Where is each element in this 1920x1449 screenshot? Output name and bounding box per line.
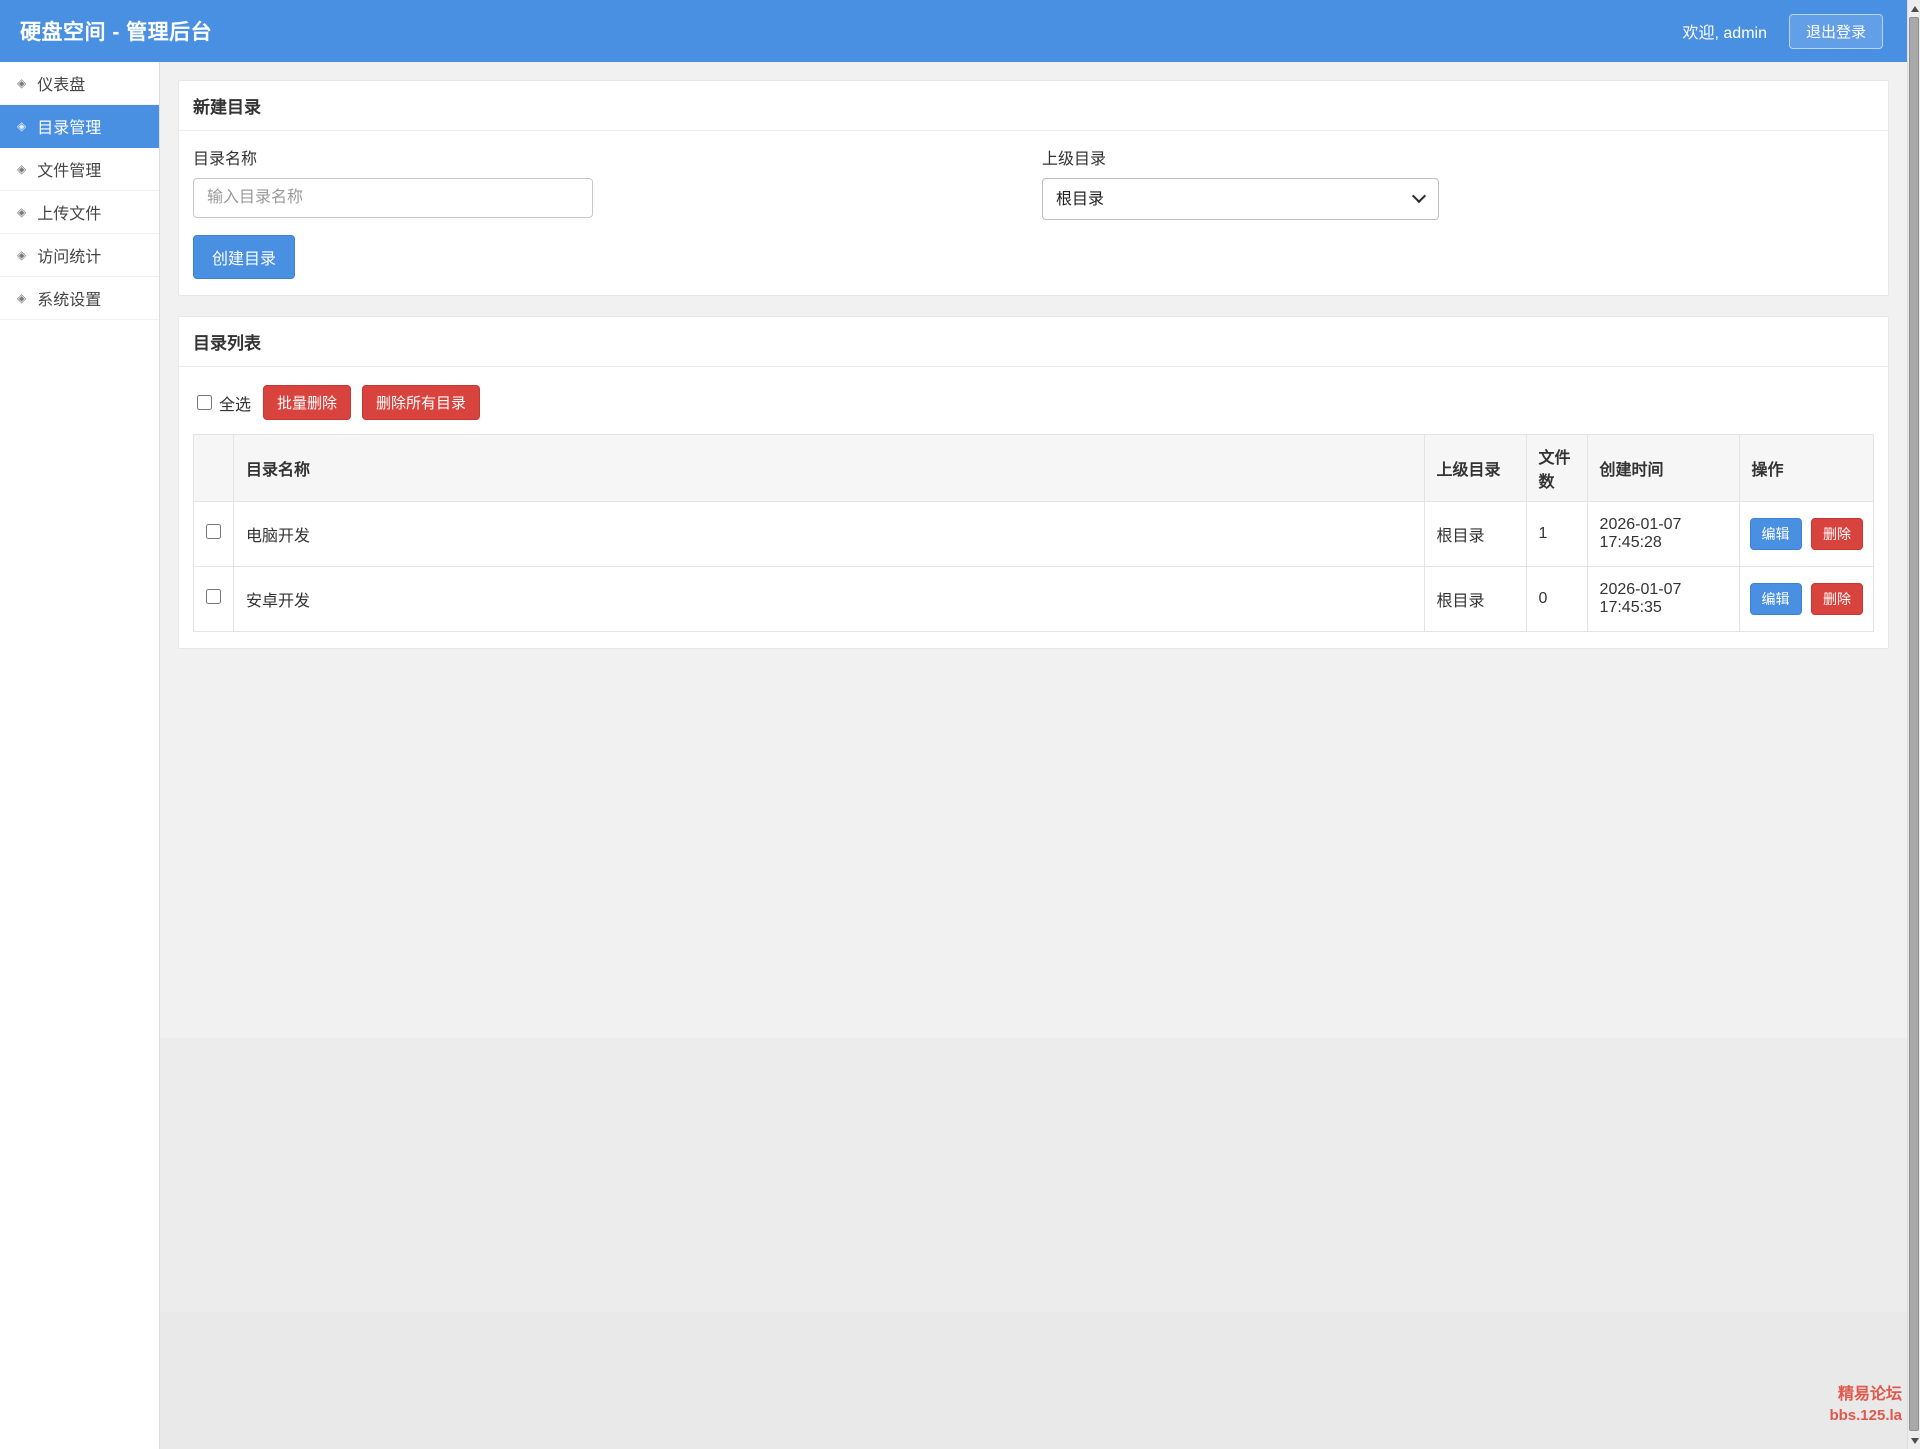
diamond-icon: ◈ bbox=[17, 163, 26, 175]
scrollbar-thumb[interactable] bbox=[1909, 17, 1919, 1431]
cell-operations: 编辑 删除 bbox=[1739, 567, 1873, 632]
list-toolbar: 全选 批量删除 删除所有目录 bbox=[197, 385, 1874, 420]
row-checkbox[interactable] bbox=[206, 589, 221, 604]
scrollbar-down-arrow[interactable] bbox=[1908, 1433, 1920, 1448]
sidebar-item-label: 目录管理 bbox=[37, 114, 101, 138]
diamond-icon: ◈ bbox=[17, 120, 26, 132]
sidebar-item-upload-file[interactable]: ◈ 上传文件 bbox=[0, 191, 159, 234]
page-background bbox=[160, 1038, 1907, 1312]
sidebar-item-directory-management[interactable]: ◈ 目录管理 bbox=[0, 105, 159, 148]
sidebar-item-label: 上传文件 bbox=[37, 200, 101, 224]
parent-directory-select[interactable]: 根目录 bbox=[1042, 178, 1439, 220]
header-created-time: 创建时间 bbox=[1587, 435, 1739, 502]
directory-table: 目录名称 上级目录 文件数 创建时间 操作 电脑开发 根目录 1 bbox=[193, 434, 1874, 632]
parent-directory-field-group: 上级目录 根目录 bbox=[1042, 145, 1439, 220]
header-checkbox-cell bbox=[194, 435, 234, 502]
table-row: 安卓开发 根目录 0 2026-01-07 17:45:35 编辑 删除 bbox=[194, 567, 1874, 632]
row-checkbox[interactable] bbox=[206, 524, 221, 539]
edit-button[interactable]: 编辑 bbox=[1750, 518, 1802, 550]
sidebar-item-label: 文件管理 bbox=[37, 157, 101, 181]
sidebar-item-file-management[interactable]: ◈ 文件管理 bbox=[0, 148, 159, 191]
table-row: 电脑开发 根目录 1 2026-01-07 17:45:28 编辑 删除 bbox=[194, 502, 1874, 567]
triangle-up-icon bbox=[1911, 6, 1919, 12]
directory-name-field-group: 目录名称 bbox=[193, 145, 593, 220]
watermark-forum-name: 精易论坛 bbox=[1829, 1385, 1902, 1406]
parent-directory-label: 上级目录 bbox=[1042, 145, 1439, 169]
diamond-icon: ◈ bbox=[17, 249, 26, 261]
cell-file-count: 0 bbox=[1526, 567, 1587, 632]
header-directory-name: 目录名称 bbox=[234, 435, 1425, 502]
app-header: 硬盘空间 - 管理后台 欢迎, admin 退出登录 bbox=[0, 0, 1907, 62]
app-title: 硬盘空间 - 管理后台 bbox=[20, 16, 212, 46]
header-file-count: 文件数 bbox=[1526, 435, 1587, 502]
directory-list-panel: 目录列表 全选 批量删除 删除所有目录 目录名称 上级目录 bbox=[178, 316, 1889, 649]
new-directory-form: 目录名称 上级目录 根目录 创建目录 bbox=[179, 131, 1888, 295]
content-wrapper: 新建目录 目录名称 上级目录 根目录 bbox=[160, 62, 1907, 1038]
triangle-down-icon bbox=[1911, 1438, 1919, 1444]
sidebar-item-system-settings[interactable]: ◈ 系统设置 bbox=[0, 277, 159, 320]
logout-button[interactable]: 退出登录 bbox=[1789, 14, 1883, 49]
cell-operations: 编辑 删除 bbox=[1739, 502, 1873, 567]
sidebar-item-label: 系统设置 bbox=[37, 286, 101, 310]
new-directory-panel: 新建目录 目录名称 上级目录 根目录 bbox=[178, 80, 1889, 296]
cell-created-time: 2026-01-07 17:45:35 bbox=[1587, 567, 1739, 632]
panel-title-directory-list: 目录列表 bbox=[179, 317, 1888, 367]
select-all-label: 全选 bbox=[219, 391, 251, 415]
main-content: 新建目录 目录名称 上级目录 根目录 bbox=[160, 62, 1907, 1449]
directory-name-input[interactable] bbox=[193, 178, 593, 218]
welcome-text: 欢迎, admin bbox=[1683, 19, 1767, 43]
edit-button[interactable]: 编辑 bbox=[1750, 583, 1802, 615]
cell-parent-directory: 根目录 bbox=[1424, 567, 1526, 632]
diamond-icon: ◈ bbox=[17, 77, 26, 89]
create-directory-button[interactable]: 创建目录 bbox=[193, 235, 295, 279]
diamond-icon: ◈ bbox=[17, 292, 26, 304]
cell-created-time: 2026-01-07 17:45:28 bbox=[1587, 502, 1739, 567]
table-header-row: 目录名称 上级目录 文件数 创建时间 操作 bbox=[194, 435, 1874, 502]
delete-button[interactable]: 删除 bbox=[1811, 583, 1863, 615]
diamond-icon: ◈ bbox=[17, 206, 26, 218]
select-all-control[interactable]: 全选 bbox=[197, 391, 251, 415]
vertical-scrollbar[interactable] bbox=[1907, 0, 1920, 1449]
cell-file-count: 1 bbox=[1526, 502, 1587, 567]
directory-list-body: 全选 批量删除 删除所有目录 目录名称 上级目录 文件数 创建时间 操作 bbox=[179, 367, 1888, 648]
page-background-lower bbox=[160, 1312, 1907, 1449]
watermark: 精易论坛 bbs.125.la bbox=[1829, 1385, 1902, 1425]
sidebar-item-access-statistics[interactable]: ◈ 访问统计 bbox=[0, 234, 159, 277]
panel-title-new-directory: 新建目录 bbox=[179, 81, 1888, 131]
cell-parent-directory: 根目录 bbox=[1424, 502, 1526, 567]
sidebar-item-dashboard[interactable]: ◈ 仪表盘 bbox=[0, 62, 159, 105]
watermark-url: bbs.125.la bbox=[1829, 1406, 1902, 1426]
cell-directory-name: 电脑开发 bbox=[234, 502, 1425, 567]
cell-directory-name: 安卓开发 bbox=[234, 567, 1425, 632]
sidebar-item-label: 仪表盘 bbox=[37, 71, 85, 95]
header-parent-directory: 上级目录 bbox=[1424, 435, 1526, 502]
header-right: 欢迎, admin 退出登录 bbox=[1683, 14, 1884, 49]
select-all-checkbox[interactable] bbox=[197, 395, 212, 410]
sidebar: ◈ 仪表盘 ◈ 目录管理 ◈ 文件管理 ◈ 上传文件 ◈ 访问统计 ◈ 系统设置 bbox=[0, 62, 160, 1449]
batch-delete-button[interactable]: 批量删除 bbox=[263, 385, 351, 420]
header-operations: 操作 bbox=[1739, 435, 1873, 502]
delete-all-button[interactable]: 删除所有目录 bbox=[362, 385, 480, 420]
scrollbar-up-arrow[interactable] bbox=[1908, 1, 1920, 16]
directory-name-label: 目录名称 bbox=[193, 145, 593, 169]
sidebar-item-label: 访问统计 bbox=[37, 243, 101, 267]
delete-button[interactable]: 删除 bbox=[1811, 518, 1863, 550]
